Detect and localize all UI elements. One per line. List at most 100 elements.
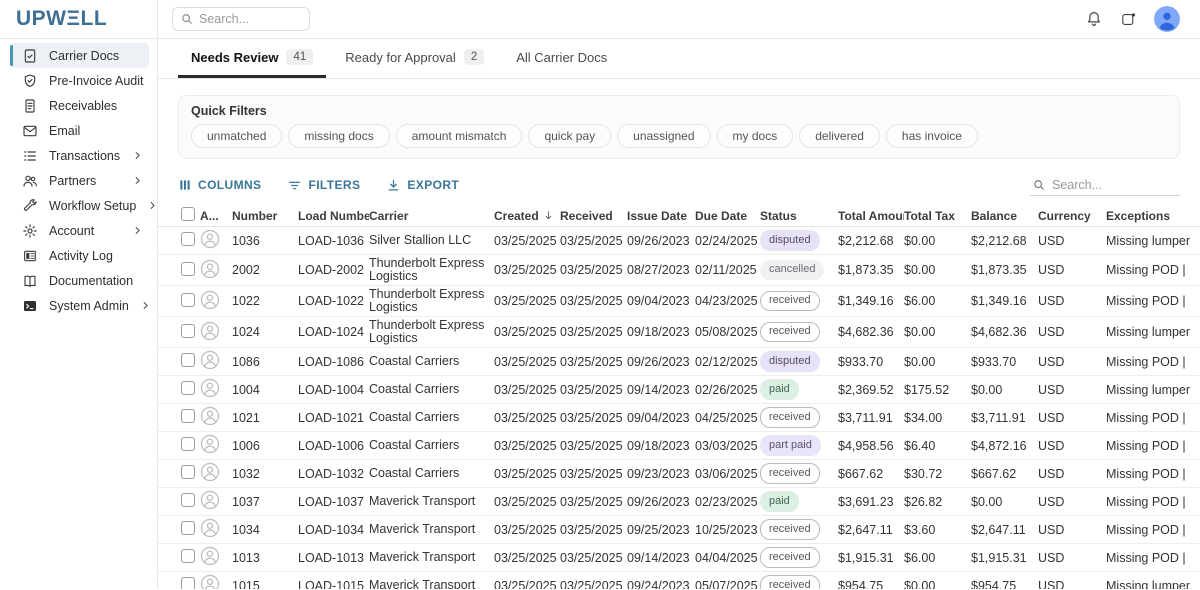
sidebar-item-system-admin[interactable]: System Admin [10, 293, 149, 318]
number-cell: 1013 [232, 549, 298, 567]
sidebar-item-activity-log[interactable]: Activity Log [10, 243, 149, 268]
table-row[interactable]: 1021LOAD-1021Coastal Carriers03/25/20250… [158, 404, 1200, 432]
column-header-currency[interactable]: Currency [1038, 209, 1106, 223]
exceptions-cell: Missing POD | [1106, 549, 1200, 567]
column-header-label: Due Date [695, 209, 747, 223]
select-all-checkbox-cell [181, 205, 200, 226]
row-checkbox[interactable] [181, 324, 195, 338]
bell-icon[interactable] [1085, 10, 1103, 28]
row-checkbox[interactable] [181, 437, 195, 451]
tab-all-carrier-docs[interactable]: All Carrier Docs [503, 39, 620, 78]
table-row[interactable]: 1036LOAD-1036Silver Stallion LLC03/25/20… [158, 227, 1200, 255]
row-checkbox[interactable] [181, 293, 195, 307]
row-checkbox[interactable] [181, 521, 195, 535]
row-checkbox[interactable] [181, 409, 195, 423]
column-header-issue-date[interactable]: Issue Date [627, 209, 695, 223]
sidebar-item-pre-invoice-audit[interactable]: Pre-Invoice Audit [10, 68, 149, 93]
due-date-cell: 02/12/2025 [695, 353, 760, 371]
quick-filter-unassigned[interactable]: unassigned [617, 124, 710, 148]
quick-filter-delivered[interactable]: delivered [799, 124, 880, 148]
issue-date-cell: 09/04/2023 [627, 409, 695, 427]
table-row[interactable]: 1004LOAD-1004Coastal Carriers03/25/20250… [158, 376, 1200, 404]
sidebar-item-workflow-setup[interactable]: Workflow Setup [10, 193, 149, 218]
total-tax-cell: $6.40 [904, 437, 971, 455]
issue-date-cell: 09/14/2023 [627, 381, 695, 399]
row-checkbox[interactable] [181, 577, 195, 589]
row-checkbox[interactable] [181, 493, 195, 507]
column-header-carrier[interactable]: Carrier [369, 209, 494, 223]
chevron-right-icon [132, 175, 143, 186]
quick-filter-missing-docs[interactable]: missing docs [288, 124, 389, 148]
column-header-total-tax[interactable]: Total Tax [904, 209, 971, 223]
row-checkbox[interactable] [181, 465, 195, 479]
tab-count-badge: 2 [464, 49, 484, 65]
column-header-due-date[interactable]: Due Date [695, 209, 760, 223]
table-row[interactable]: 1024LOAD-1024Thunderbolt Express Logisti… [158, 317, 1200, 348]
quick-filter-has-invoice[interactable]: has invoice [886, 124, 978, 148]
balance-cell: $667.62 [971, 465, 1038, 483]
row-checkbox[interactable] [181, 549, 195, 563]
sidebar-item-account[interactable]: Account [10, 218, 149, 243]
global-search[interactable] [172, 7, 310, 31]
total-tax-cell: $6.00 [904, 292, 971, 310]
tab-needs-review[interactable]: Needs Review41 [178, 39, 326, 78]
quick-filters-panel: Quick Filters unmatchedmissing docs amoun… [178, 95, 1180, 159]
table-row[interactable]: 1022LOAD-1022Thunderbolt Express Logisti… [158, 286, 1200, 317]
quick-filter-quick-pay[interactable]: quick pay [528, 124, 611, 148]
quick-filters-title: Quick Filters [191, 104, 1167, 118]
column-header-number[interactable]: Number [232, 209, 298, 223]
table-row[interactable]: 1013LOAD-1013Maverick Transport03/25/202… [158, 544, 1200, 572]
column-header-received[interactable]: Received [560, 209, 627, 223]
column-header-balance[interactable]: Balance [971, 209, 1038, 223]
sidebar-item-transactions[interactable]: Transactions [10, 143, 149, 168]
received-cell: 03/25/2025 [560, 521, 627, 539]
issue-date-cell: 09/18/2023 [627, 323, 695, 341]
table-row[interactable]: 1032LOAD-1032Coastal Carriers03/25/20250… [158, 460, 1200, 488]
sidebar-item-receivables[interactable]: Receivables [10, 93, 149, 118]
column-header-created[interactable]: Created [494, 209, 560, 223]
hamburger-menu-icon[interactable] [116, 8, 138, 30]
column-header-load-number[interactable]: Load Number [298, 209, 369, 223]
table-row[interactable]: 2002LOAD-2002Thunderbolt Express Logisti… [158, 255, 1200, 286]
tab-ready-for-approval[interactable]: Ready for Approval2 [332, 39, 497, 78]
row-checkbox-cell [181, 519, 200, 540]
global-search-input[interactable] [199, 12, 302, 26]
columns-button[interactable]: COLUMNS [178, 178, 261, 192]
carrier-cell: Coastal Carriers [369, 381, 494, 398]
load-number-cell: LOAD-1022 [298, 292, 369, 310]
table-search-input[interactable] [1052, 178, 1178, 192]
status-badge: received [760, 463, 820, 483]
table-row[interactable]: 1037LOAD-1037Maverick Transport03/25/202… [158, 488, 1200, 516]
table-search[interactable] [1030, 175, 1180, 196]
export-button[interactable]: EXPORT [386, 178, 459, 193]
table-row[interactable]: 1086LOAD-1086Coastal Carriers03/25/20250… [158, 348, 1200, 376]
status-badge: paid [760, 491, 799, 511]
due-date-cell: 02/11/2025 [695, 261, 760, 279]
row-checkbox[interactable] [181, 262, 195, 276]
sidebar-item-partners[interactable]: Partners [10, 168, 149, 193]
table-row[interactable]: 1034LOAD-1034Maverick Transport03/25/202… [158, 516, 1200, 544]
issue-date-cell: 09/04/2023 [627, 292, 695, 310]
column-header-status[interactable]: Status [760, 209, 838, 223]
sidebar-item-email[interactable]: Email [10, 118, 149, 143]
sidebar-item-carrier-docs[interactable]: Carrier Docs [10, 43, 149, 68]
row-checkbox[interactable] [181, 353, 195, 367]
row-checkbox[interactable] [181, 381, 195, 395]
user-avatar[interactable] [1154, 6, 1180, 32]
table-row[interactable]: 1006LOAD-1006Coastal Carriers03/25/20250… [158, 432, 1200, 460]
table-row[interactable]: 1015LOAD-1015Maverick Transport03/25/202… [158, 572, 1200, 589]
quick-filter-amount-mismatch[interactable]: amount mismatch [396, 124, 523, 148]
row-checkbox[interactable] [181, 232, 195, 246]
share-icon[interactable] [1120, 11, 1137, 28]
issue-date-cell: 09/25/2023 [627, 521, 695, 539]
column-header-a[interactable]: A... [200, 209, 232, 223]
status-badge: received [760, 519, 820, 539]
column-header-exceptions[interactable]: Exceptions [1106, 209, 1200, 223]
quick-filter-unmatched[interactable]: unmatched [191, 124, 282, 148]
select-all-checkbox[interactable] [181, 207, 195, 221]
sidebar-item-documentation[interactable]: Documentation [10, 268, 149, 293]
filters-button[interactable]: FILTERS [287, 178, 360, 193]
column-header-total-amount[interactable]: Total Amount [838, 209, 904, 223]
doc-check-icon [22, 48, 38, 64]
quick-filter-my-docs[interactable]: my docs [717, 124, 794, 148]
